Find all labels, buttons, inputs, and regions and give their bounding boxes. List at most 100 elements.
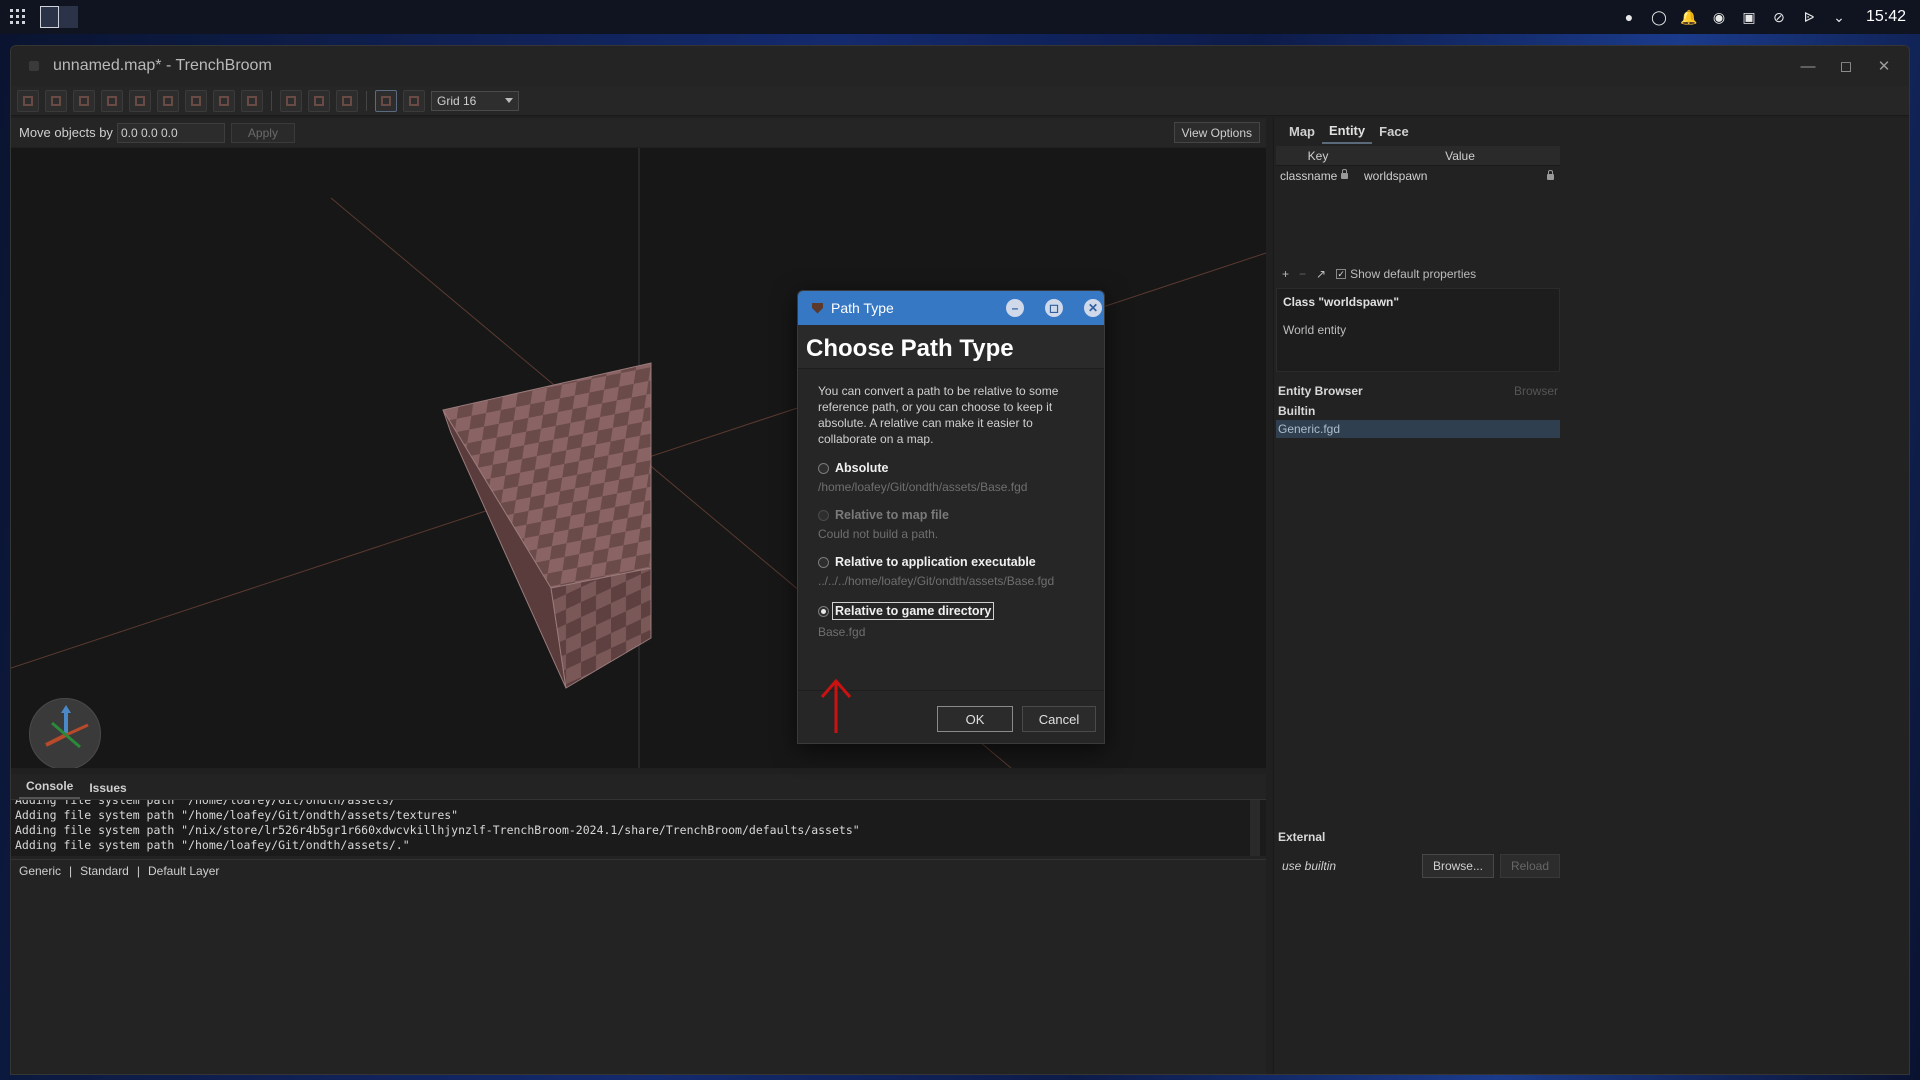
system-tray: ● ◯ 🔔 ◉ ▣ ⊘ ᐉ ⌄ 15:42 — [1620, 0, 1906, 34]
option-label: Relative to map file — [835, 508, 949, 522]
edge-tool-icon[interactable] — [129, 89, 151, 112]
cancel-button[interactable]: Cancel — [1022, 706, 1096, 732]
trenchbroom-icon — [812, 302, 823, 314]
orientation-gizmo[interactable] — [29, 698, 101, 768]
minimize-icon[interactable]: — — [1789, 54, 1827, 78]
view-options-button[interactable]: View Options — [1173, 122, 1260, 143]
flip-vertical-icon[interactable] — [336, 89, 358, 112]
column-key[interactable]: Key — [1276, 146, 1360, 165]
console-panel: Console Issues Adding file system path "… — [11, 774, 1266, 1074]
builtin-section: Builtin — [1278, 404, 1316, 418]
flip-horizontal-icon[interactable] — [308, 89, 330, 112]
maximize-icon[interactable]: ◻ — [1827, 54, 1865, 78]
red-arrow-annotation — [820, 678, 852, 733]
console-scrollbar[interactable] — [1250, 800, 1260, 856]
status-game: Generic — [19, 863, 62, 878]
close-icon[interactable]: ✕ — [1865, 54, 1903, 78]
dialog-buttons: OK Cancel — [798, 678, 1104, 743]
option-absolute[interactable]: Absolute — [818, 461, 1084, 475]
collapse-icon[interactable]: ↗ — [1316, 267, 1326, 281]
class-title: Class "worldspawn" — [1283, 295, 1400, 309]
option-label[interactable]: Relative to game directory — [832, 602, 995, 620]
dialog-body: You can convert a path to be relative to… — [798, 369, 1104, 691]
ok-button[interactable]: OK — [937, 706, 1013, 732]
toolbar-separator — [366, 90, 367, 111]
rotate-tool-icon[interactable] — [185, 89, 207, 112]
workspace-1[interactable] — [40, 6, 59, 28]
tab-console[interactable]: Console — [19, 779, 81, 799]
obs-icon[interactable]: ◯ — [1650, 8, 1668, 26]
log-line: Adding file system path "/home/loafey/Gi… — [15, 808, 459, 822]
brush-cube[interactable] — [442, 362, 652, 689]
option-label[interactable]: Absolute — [835, 461, 888, 475]
status-separator: | — [69, 863, 73, 878]
shear-tool-icon[interactable] — [241, 89, 263, 112]
console-tabs: Console Issues — [11, 774, 1266, 800]
vertex-tool-icon[interactable] — [101, 89, 123, 112]
log-line: Adding file system path "/home/loafey/Gi… — [15, 838, 410, 852]
close-icon[interactable]: ✕ — [1084, 299, 1102, 317]
radio-relative-game[interactable] — [818, 605, 829, 617]
axis-gizmo-icon — [45, 705, 89, 749]
reload-button[interactable]: Reload — [1499, 854, 1560, 878]
status-layer: Default Layer — [147, 863, 220, 878]
use-builtin-label: use builtin — [1282, 859, 1337, 873]
uv-lock-icon[interactable] — [403, 89, 425, 112]
dialog-titlebar[interactable]: Path Type – ◻ ✕ — [798, 291, 1104, 325]
option-relative-map: Relative to map file — [818, 508, 1084, 522]
discord-icon[interactable]: ◉ — [1710, 8, 1728, 26]
package-update-icon[interactable]: ▣ — [1740, 8, 1758, 26]
tab-map[interactable]: Map — [1282, 118, 1322, 144]
tab-face[interactable]: Face — [1372, 118, 1416, 144]
app-grid-icon[interactable] — [10, 9, 26, 25]
radio-absolute[interactable] — [818, 462, 829, 474]
move-offset-input[interactable]: 0.0 0.0 0.0 — [116, 122, 225, 143]
console-log[interactable]: Adding file system path "/home/loafey/Gi… — [11, 800, 1266, 856]
option-relative-executable[interactable]: Relative to application executable — [818, 555, 1084, 569]
texture-lock-icon[interactable] — [375, 89, 397, 112]
log-line: Adding file system path "/nix/store/lr52… — [15, 823, 860, 837]
external-definitions: External use builtin Browse... Reload — [1276, 828, 1560, 878]
browser-label[interactable]: Browser — [1514, 384, 1558, 398]
bluetooth-icon[interactable]: ᐉ — [1800, 8, 1818, 26]
option-relative-game[interactable]: Relative to game directory — [818, 602, 1084, 620]
new-brush-tool-icon[interactable] — [17, 89, 39, 112]
entity-properties-table: Key Value classname worldspawn — [1276, 146, 1560, 186]
list-item[interactable]: Generic.fgd — [1276, 420, 1560, 438]
radio-relative-executable[interactable] — [818, 556, 829, 568]
entity-tool-icon[interactable] — [45, 89, 67, 112]
remove-property-icon[interactable]: − — [1299, 267, 1306, 281]
apply-button[interactable]: Apply — [230, 122, 295, 143]
option-path: /home/loafey/Git/ondth/assets/Base.fgd — [818, 480, 1028, 494]
grid-size-value: Grid 16 — [437, 93, 477, 108]
table-header: Key Value — [1276, 146, 1560, 166]
show-default-checkbox[interactable]: ✓ — [1336, 269, 1347, 279]
tab-entity[interactable]: Entity — [1322, 118, 1373, 144]
option-label[interactable]: Relative to application executable — [835, 555, 1036, 569]
face-tool-icon[interactable] — [157, 89, 179, 112]
scale-tool-icon[interactable] — [213, 89, 235, 112]
minimize-icon[interactable]: – — [1006, 299, 1024, 317]
path-type-dialog: Path Type – ◻ ✕ Choose Path Type You can… — [797, 290, 1105, 744]
add-property-icon[interactable]: + — [1282, 267, 1289, 281]
window-controls: — ◻ ✕ — [1789, 54, 1903, 78]
duplicate-icon[interactable] — [280, 89, 302, 112]
grid-size-select[interactable]: Grid 16 — [431, 90, 519, 111]
volume-muted-icon[interactable]: ⊘ — [1770, 8, 1788, 26]
maximize-icon[interactable]: ◻ — [1045, 299, 1063, 317]
tab-issues[interactable]: Issues — [82, 781, 133, 799]
move-objects-bar: Move objects by 0.0 0.0 0.0 Apply View O… — [11, 118, 1266, 147]
droplet-icon[interactable]: ● — [1620, 8, 1638, 26]
clip-tool-icon[interactable] — [73, 89, 95, 112]
browse-button[interactable]: Browse... — [1421, 854, 1494, 878]
workspace-2[interactable] — [59, 6, 78, 28]
window-titlebar[interactable]: unnamed.map* - TrenchBroom — ◻ ✕ — [11, 46, 1909, 86]
main-toolbar: Grid 16 — [11, 86, 1909, 116]
notification-bell-icon[interactable]: 🔔 — [1680, 8, 1698, 26]
property-value[interactable]: worldspawn — [1364, 169, 1427, 183]
network-wifi-icon[interactable]: ⌄ — [1830, 8, 1848, 26]
workspace-pager[interactable] — [40, 6, 78, 28]
clock[interactable]: 15:42 — [1866, 8, 1906, 26]
column-value[interactable]: Value — [1360, 146, 1560, 165]
table-row[interactable]: classname worldspawn — [1276, 166, 1560, 186]
